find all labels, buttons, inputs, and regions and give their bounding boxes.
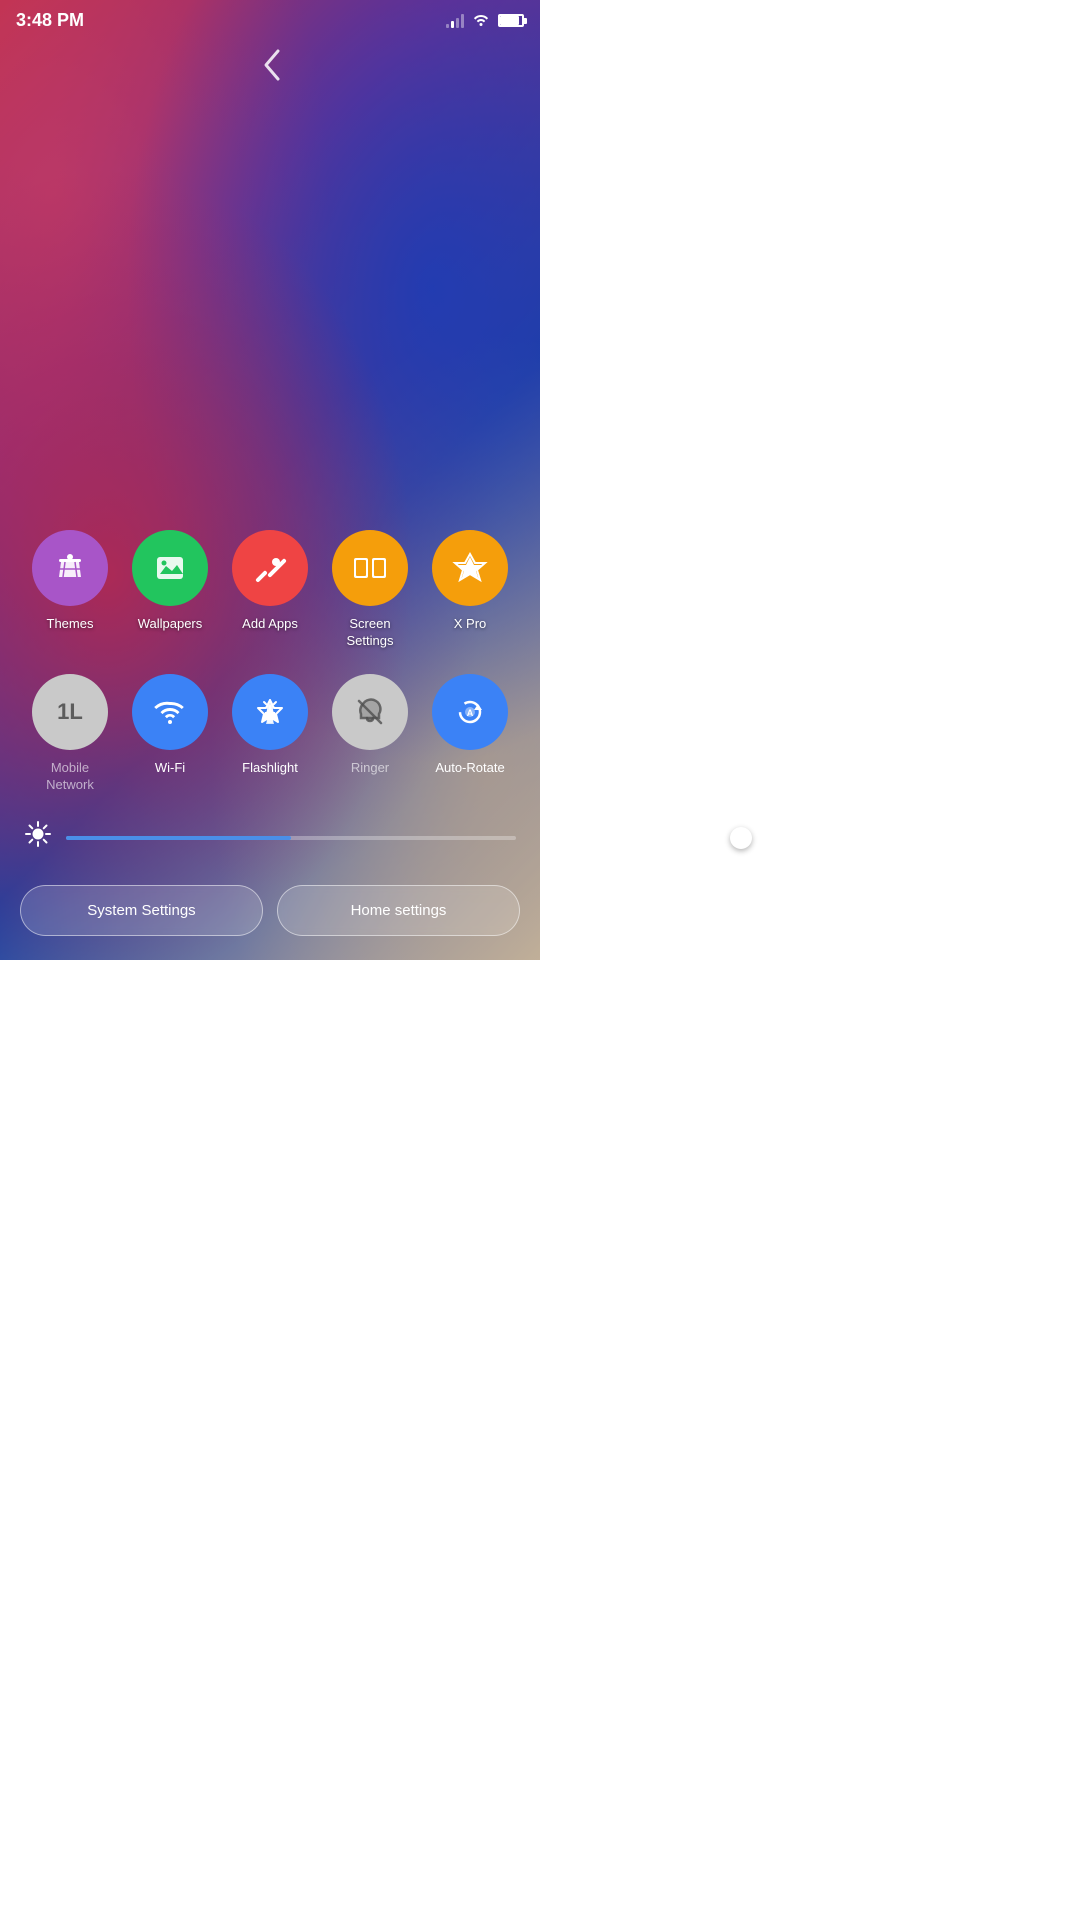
wallpapers-icon[interactable] — [132, 530, 208, 606]
svg-text:A: A — [467, 708, 474, 718]
themes-icon[interactable] — [32, 530, 108, 606]
toggle-wifi[interactable]: Wi-Fi — [125, 674, 215, 794]
add-apps-label: Add Apps — [242, 616, 298, 633]
status-bar: 3:48 PM — [0, 0, 540, 37]
brightness-row — [0, 804, 540, 871]
toggle-mobile-network[interactable]: 1L MobileNetwork — [25, 674, 115, 794]
x-pro-icon[interactable] — [432, 530, 508, 606]
wifi-toggle-label: Wi-Fi — [155, 760, 185, 777]
app-item-add-apps[interactable]: Add Apps — [225, 530, 315, 650]
signal-icon — [446, 14, 464, 28]
battery-icon — [498, 14, 524, 27]
app-item-x-pro[interactable]: X Pro — [425, 530, 515, 650]
brightness-icon — [24, 820, 52, 855]
status-time: 3:48 PM — [16, 10, 84, 31]
brightness-slider-fill — [66, 836, 291, 840]
chevron-down-icon[interactable] — [258, 47, 282, 83]
system-settings-button[interactable]: System Settings — [20, 885, 263, 936]
home-settings-button[interactable]: Home settings — [277, 885, 520, 936]
ringer-label: Ringer — [351, 760, 389, 777]
screen-settings-label: ScreenSettings — [347, 616, 394, 650]
main-content: Themes Wallpapers Add App — [0, 510, 540, 960]
screen-settings-icon[interactable] — [332, 530, 408, 606]
chevron-container[interactable] — [0, 37, 540, 77]
add-apps-icon[interactable] — [232, 530, 308, 606]
flashlight-label: Flashlight — [242, 760, 298, 777]
mobile-network-label: MobileNetwork — [46, 760, 94, 794]
svg-text:1L: 1L — [57, 699, 83, 724]
wallpapers-label: Wallpapers — [138, 616, 203, 633]
brightness-slider-track[interactable] — [66, 836, 516, 840]
x-pro-label: X Pro — [454, 616, 487, 633]
app-grid: Themes Wallpapers Add App — [0, 510, 540, 660]
app-item-wallpapers[interactable]: Wallpapers — [125, 530, 215, 650]
flashlight-icon[interactable] — [232, 674, 308, 750]
mobile-network-icon[interactable]: 1L — [32, 674, 108, 750]
themes-label: Themes — [47, 616, 94, 633]
wifi-status-icon — [472, 12, 490, 29]
app-item-themes[interactable]: Themes — [25, 530, 115, 650]
brightness-slider-thumb[interactable] — [730, 827, 752, 849]
auto-rotate-label: Auto-Rotate — [435, 760, 504, 777]
toggle-auto-rotate[interactable]: A Auto-Rotate — [425, 674, 515, 794]
app-item-screen-settings[interactable]: ScreenSettings — [325, 530, 415, 650]
toggle-ringer[interactable]: Ringer — [325, 674, 415, 794]
bottom-buttons: System Settings Home settings — [0, 871, 540, 960]
wifi-toggle-icon[interactable] — [132, 674, 208, 750]
toggle-flashlight[interactable]: Flashlight — [225, 674, 315, 794]
auto-rotate-icon[interactable]: A — [432, 674, 508, 750]
toggle-grid: 1L MobileNetwork Wi-Fi — [0, 660, 540, 804]
ringer-icon[interactable] — [332, 674, 408, 750]
battery-fill — [500, 16, 519, 25]
status-icons — [446, 12, 524, 29]
